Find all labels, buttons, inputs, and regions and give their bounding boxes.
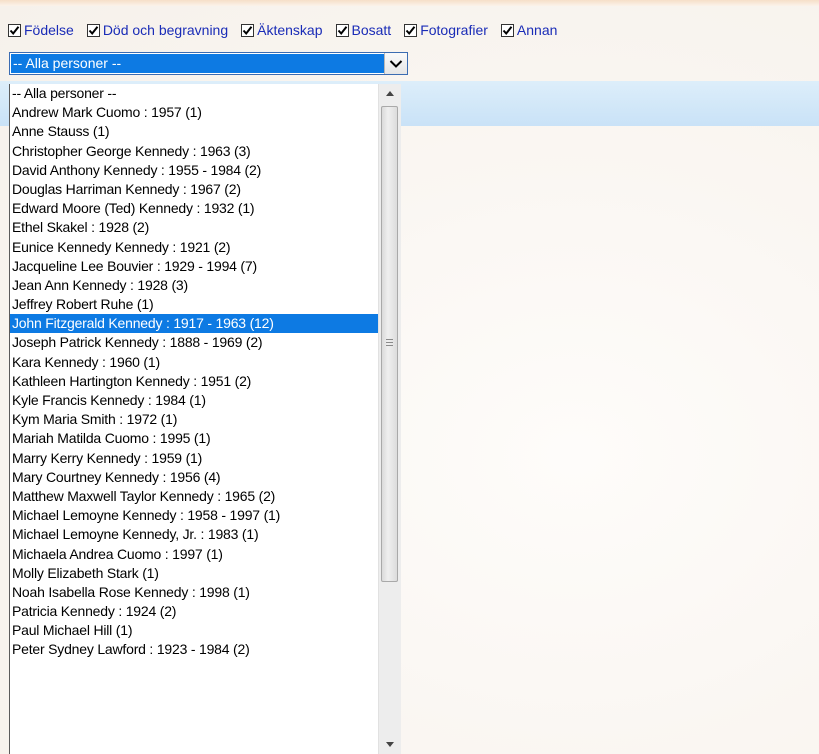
scroll-down-button[interactable] xyxy=(379,736,401,753)
filter-label: Födelse xyxy=(24,22,74,38)
person-option[interactable]: Noah Isabella Rose Kennedy : 1998 (1) xyxy=(10,583,378,602)
person-option[interactable]: Marry Kerry Kennedy : 1959 (1) xyxy=(10,449,378,468)
filter-checkbox[interactable] xyxy=(500,23,514,37)
filter-item[interactable]: Bosatt xyxy=(335,22,392,38)
filter-label: Fotografier xyxy=(420,22,488,38)
filter-checkbox[interactable] xyxy=(404,23,418,37)
filter-item[interactable]: Annan xyxy=(500,22,558,38)
person-option[interactable]: Eunice Kennedy Kennedy : 1921 (2) xyxy=(10,238,378,257)
person-select-value[interactable]: -- Alla personer -- xyxy=(11,54,385,73)
grip-icon xyxy=(386,339,393,347)
filter-label: Bosatt xyxy=(351,22,392,38)
filter-checkbox[interactable] xyxy=(335,23,349,37)
person-select[interactable]: -- Alla personer -- xyxy=(9,52,408,75)
person-option[interactable]: Joseph Patrick Kennedy : 1888 - 1969 (2) xyxy=(10,333,378,352)
person-dropdown-list[interactable]: -- Alla personer -- Andrew Mark Cuomo : 1… xyxy=(9,84,401,754)
filter-checkbox[interactable] xyxy=(241,23,255,37)
person-option[interactable]: John Fitzgerald Kennedy : 1917 - 1963 (1… xyxy=(10,314,378,334)
person-option[interactable]: Peter Sydney Lawford : 1923 - 1984 (2) xyxy=(10,640,378,659)
person-option[interactable]: Kyle Francis Kennedy : 1984 (1) xyxy=(10,391,378,410)
person-option[interactable]: Molly Elizabeth Stark (1) xyxy=(10,564,378,583)
person-option[interactable]: Mary Courtney Kennedy : 1956 (4) xyxy=(10,468,378,487)
checkmark-icon xyxy=(242,25,253,35)
filter-item[interactable]: Död och begravning xyxy=(86,22,229,38)
person-option[interactable]: Matthew Maxwell Taylor Kennedy : 1965 (2… xyxy=(10,487,378,506)
filter-item[interactable]: Äktenskap xyxy=(241,22,323,38)
scroll-thumb[interactable] xyxy=(381,106,398,582)
person-option[interactable]: Andrew Mark Cuomo : 1957 (1) xyxy=(10,103,378,122)
person-option[interactable]: Ethel Skakel : 1928 (2) xyxy=(10,218,378,237)
chevron-down-icon xyxy=(389,59,403,68)
person-option[interactable]: Kara Kennedy : 1960 (1) xyxy=(10,353,378,372)
person-option[interactable]: Michaela Andrea Cuomo : 1997 (1) xyxy=(10,545,378,564)
dropdown-button[interactable] xyxy=(384,53,407,74)
person-option[interactable]: Kym Maria Smith : 1972 (1) xyxy=(10,410,378,429)
person-option[interactable]: Patricia Kennedy : 1924 (2) xyxy=(10,602,378,621)
person-option[interactable]: Jeffrey Robert Ruhe (1) xyxy=(10,295,378,314)
filter-label: Död och begravning xyxy=(102,22,229,38)
person-option[interactable]: Jacqueline Lee Bouvier : 1929 - 1994 (7) xyxy=(10,257,378,276)
person-option[interactable]: -- Alla personer -- xyxy=(10,84,378,103)
person-option[interactable]: Michael Lemoyne Kennedy : 1958 - 1997 (1… xyxy=(10,506,378,525)
checkmark-icon xyxy=(502,25,513,35)
filter-label: Äktenskap xyxy=(257,22,323,38)
person-option[interactable]: Kathleen Hartington Kennedy : 1951 (2) xyxy=(10,372,378,391)
person-option[interactable]: Jean Ann Kennedy : 1928 (3) xyxy=(10,276,378,295)
filter-checkbox[interactable] xyxy=(86,23,100,37)
person-option[interactable]: David Anthony Kennedy : 1955 - 1984 (2) xyxy=(10,161,378,180)
person-option[interactable]: Edward Moore (Ted) Kennedy : 1932 (1) xyxy=(10,199,378,218)
person-option[interactable]: Douglas Harriman Kennedy : 1967 (2) xyxy=(10,180,378,199)
person-option[interactable]: Christopher George Kennedy : 1963 (3) xyxy=(10,142,378,161)
checkmark-icon xyxy=(405,25,416,35)
event-filter-bar: Födelse Död och begravning Äktenskap Bosatt… xyxy=(8,19,570,41)
person-option[interactable]: Paul Michael Hill (1) xyxy=(10,621,378,640)
checkmark-icon xyxy=(88,25,99,35)
checkmark-icon xyxy=(9,25,20,35)
scroll-up-button[interactable] xyxy=(379,85,401,102)
filter-item[interactable]: Fotografier xyxy=(404,22,488,38)
checkmark-icon xyxy=(337,25,347,35)
vertical-scrollbar[interactable] xyxy=(378,84,401,754)
person-option[interactable]: Anne Stauss (1) xyxy=(10,122,378,141)
arrow-down-icon xyxy=(386,742,394,747)
filter-label: Annan xyxy=(516,22,558,38)
filter-checkbox[interactable] xyxy=(8,23,21,37)
person-option[interactable]: Michael Lemoyne Kennedy, Jr. : 1983 (1) xyxy=(10,525,378,544)
person-list-items: -- Alla personer -- Andrew Mark Cuomo : 1… xyxy=(10,84,378,660)
arrow-up-icon xyxy=(386,91,394,96)
filter-item[interactable]: Födelse xyxy=(8,22,74,38)
person-option[interactable]: Mariah Matilda Cuomo : 1995 (1) xyxy=(10,429,378,448)
